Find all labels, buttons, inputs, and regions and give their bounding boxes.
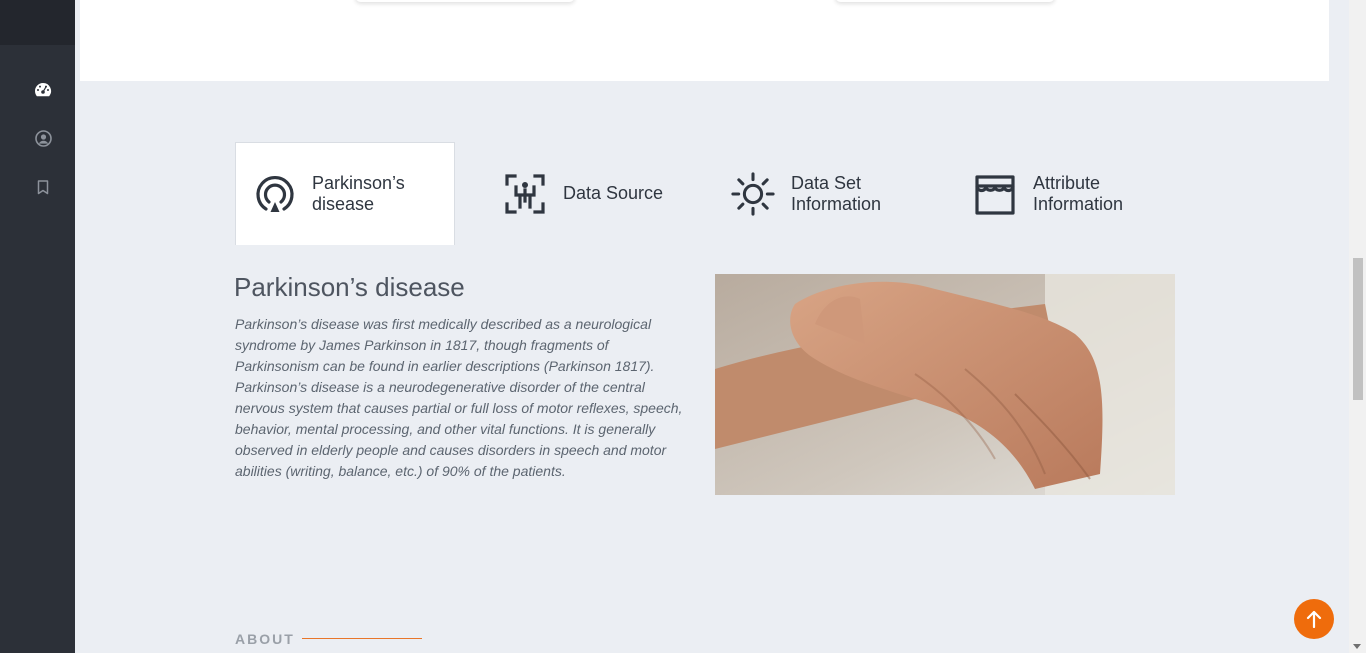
- tab-parkinsons-disease[interactable]: Parkinson’s disease: [235, 142, 455, 245]
- tab-data-set-information[interactable]: Data Set Information: [731, 142, 931, 245]
- tab-label: Attribute Information: [1033, 172, 1124, 214]
- about-heading: ABOUT: [235, 631, 295, 647]
- dashboard-icon[interactable]: [32, 79, 54, 101]
- section-title: Parkinson’s disease: [234, 272, 465, 302]
- card-stub: [355, 0, 575, 2]
- hands-photo: [715, 274, 1175, 495]
- tab-label: Parkinson’s disease: [312, 173, 405, 214]
- tab-label: Data Source: [563, 183, 664, 203]
- bookmark-icon[interactable]: [32, 176, 54, 198]
- top-panel: [80, 0, 1329, 81]
- data-source-icon: [503, 172, 547, 216]
- scroll-down-icon[interactable]: [1353, 644, 1361, 649]
- tab-data-source[interactable]: Data Source: [503, 142, 703, 245]
- scrollbar-thumb[interactable]: [1353, 258, 1363, 400]
- tab-attribute-information[interactable]: Attribute Information: [973, 142, 1173, 245]
- attribute-store-icon: [973, 172, 1017, 216]
- back-to-top-button[interactable]: [1294, 599, 1334, 639]
- section-text: Parkinson’s disease was first medically …: [235, 316, 683, 479]
- sidebar: [0, 0, 75, 653]
- user-icon[interactable]: [32, 127, 54, 149]
- card-stub: [835, 0, 1055, 2]
- sidebar-header: [0, 0, 75, 45]
- about-underline: [302, 638, 422, 639]
- page-scrollbar[interactable]: [1349, 0, 1366, 653]
- dataset-info-icon: [731, 171, 775, 216]
- arrow-up-icon: [1306, 610, 1322, 628]
- tab-label: Data Set Information: [791, 172, 882, 214]
- parkinson-icon: [254, 172, 296, 216]
